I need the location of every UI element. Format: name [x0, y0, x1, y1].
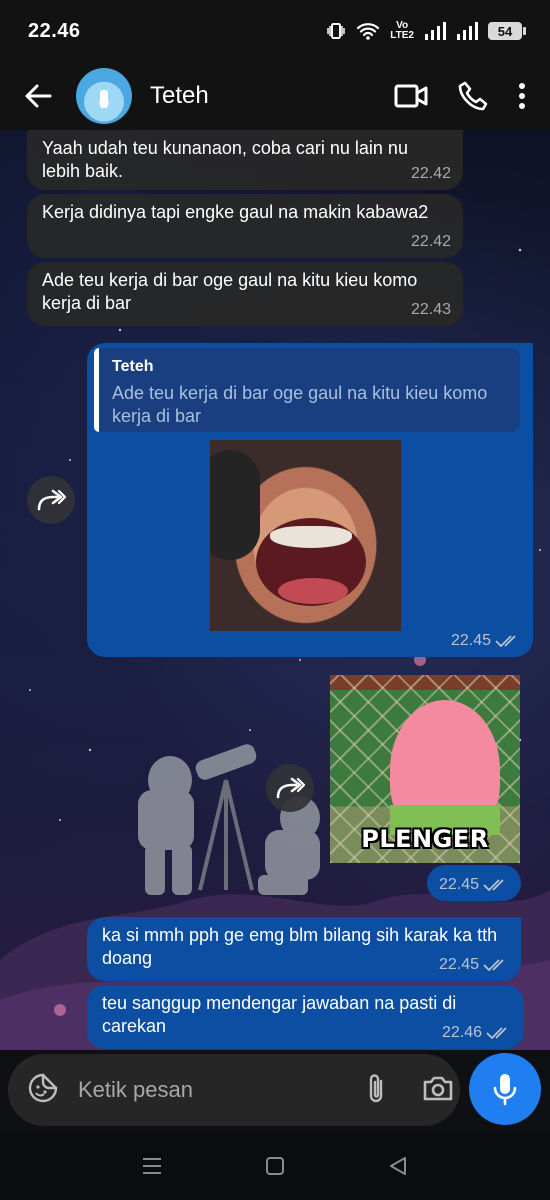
more-vertical-icon — [519, 83, 525, 109]
home-button[interactable] — [255, 1146, 295, 1186]
message-time: 22.42 — [410, 233, 451, 250]
mic-icon — [493, 1074, 517, 1106]
video-call-button[interactable] — [394, 83, 428, 109]
message-bubble-incoming[interactable]: Kerja didinya tapi engke gaul na makin k… — [27, 194, 463, 258]
arrow-left-icon — [25, 84, 52, 108]
input-actions — [366, 1072, 454, 1109]
quoted-text: Ade teu kerja di bar oge gaul na kitu ki… — [112, 383, 488, 426]
recent-apps-button[interactable] — [132, 1146, 172, 1186]
message-meta: 22.42 — [411, 230, 451, 253]
message-time: 22.46 — [441, 1024, 482, 1041]
contact-name[interactable]: Teteh — [150, 82, 209, 110]
chat-header: Teteh — [0, 62, 550, 130]
back-nav-button[interactable] — [378, 1146, 418, 1186]
double-check-icon — [483, 878, 504, 891]
volte-bottom-label: LTE2 — [390, 30, 414, 41]
image-caption: PLENGER — [361, 825, 489, 853]
message-time: 22.43 — [410, 301, 451, 318]
signal-sim1-icon — [425, 22, 446, 40]
sticker-icon — [28, 1073, 58, 1102]
video-call-icon — [394, 84, 428, 108]
wifi-icon — [357, 23, 380, 40]
camera-icon — [423, 1076, 453, 1100]
vibrate-icon — [327, 23, 346, 39]
message-meta: 22.46 — [442, 1021, 512, 1044]
message-bubble-incoming[interactable]: Yaah udah teu kunanaon, coba cari nu lai… — [27, 130, 463, 190]
message-bubble-outgoing[interactable]: ka si mmh pph ge emg blm bilang sih kara… — [87, 917, 521, 981]
home-square-icon — [265, 1157, 284, 1175]
status-time: 22.46 — [28, 19, 81, 42]
system-nav-bar — [0, 1132, 550, 1200]
message-meta: 22.43 — [411, 298, 451, 321]
quoted-reply[interactable]: Teteh Ade teu kerja di bar oge gaul na k… — [94, 348, 520, 432]
message-text: Ade teu kerja di bar oge gaul na kitu ki… — [42, 270, 423, 313]
chat-area[interactable]: Yaah udah teu kunanaon, coba cari nu lai… — [0, 130, 550, 1050]
forward-icon — [276, 777, 305, 799]
forward-button[interactable] — [266, 764, 314, 812]
composer — [0, 1050, 550, 1132]
image-meta-bubble: 22.45 — [427, 865, 521, 901]
message-meta: 22.45 — [439, 873, 509, 896]
phone-icon — [458, 81, 488, 111]
message-meta: 22.42 — [411, 162, 451, 185]
message-bubble-incoming[interactable]: Ade teu kerja di bar oge gaul na kitu ki… — [27, 262, 463, 326]
mic-button[interactable] — [469, 1053, 541, 1125]
paperclip-icon — [369, 1073, 383, 1102]
status-bar: 22.46 Vo LTE2 54 — [0, 0, 550, 62]
battery-level: 54 — [497, 23, 513, 39]
message-text: Kerja didinya tapi engke gaul na makin k… — [42, 202, 429, 222]
message-time: 22.45 — [438, 956, 479, 973]
volte-indicator: Vo LTE2 — [390, 21, 414, 41]
status-icons: Vo LTE2 54 — [326, 21, 526, 41]
double-check-icon — [486, 1026, 507, 1039]
more-options-button[interactable] — [518, 82, 526, 110]
camera-button[interactable] — [422, 1074, 454, 1107]
message-time: 22.45 — [450, 632, 491, 649]
avatar[interactable] — [76, 68, 132, 124]
attach-button[interactable] — [366, 1072, 386, 1109]
forward-icon — [37, 489, 66, 511]
back-triangle-icon — [390, 1157, 407, 1175]
message-input[interactable] — [78, 1077, 366, 1103]
image-laughing-face[interactable] — [210, 440, 401, 631]
back-button[interactable] — [18, 76, 58, 116]
message-time: 22.45 — [438, 876, 479, 893]
signal-sim2-icon — [457, 22, 478, 40]
menu-lines-icon — [142, 1158, 161, 1174]
battery-indicator: 54 — [488, 22, 526, 40]
double-check-icon — [495, 634, 516, 647]
message-time: 22.42 — [410, 165, 451, 182]
forward-button[interactable] — [27, 476, 75, 524]
message-meta: 22.45 — [439, 953, 509, 976]
quoted-author: Teteh — [112, 358, 154, 375]
header-actions — [394, 81, 532, 111]
message-meta: 22.45 — [451, 629, 521, 652]
message-input-container — [8, 1054, 460, 1126]
double-check-icon — [483, 958, 504, 971]
message-text: Yaah udah teu kunanaon, coba cari nu lai… — [42, 138, 413, 181]
sticker-button[interactable] — [28, 1073, 58, 1108]
voice-call-button[interactable] — [458, 81, 488, 111]
image-patrick-plenger[interactable]: PLENGER — [330, 675, 520, 863]
message-bubble-outgoing[interactable]: teu sanggup mendengar jawaban na pasti d… — [87, 985, 524, 1049]
